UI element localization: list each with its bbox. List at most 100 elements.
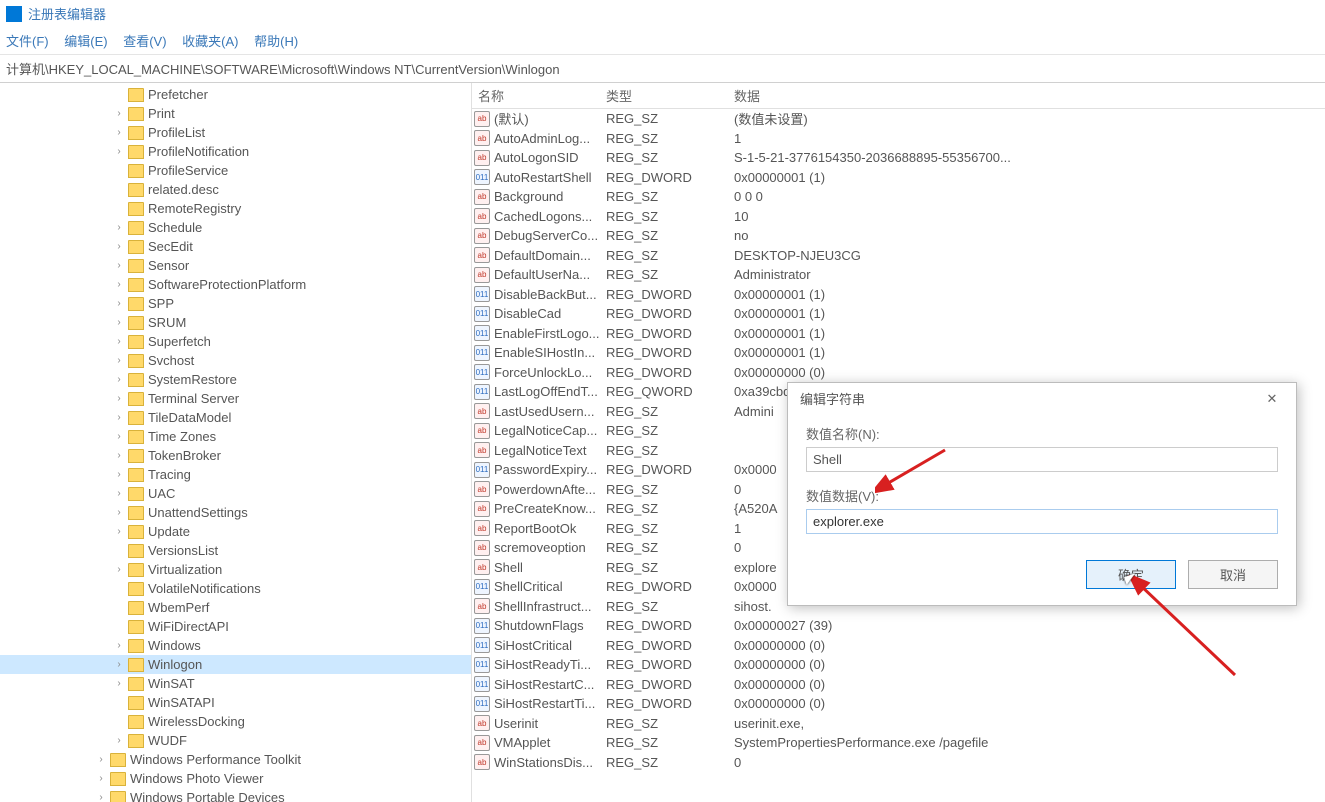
- tree-item[interactable]: ›Windows: [0, 636, 471, 655]
- expand-icon[interactable]: ›: [112, 146, 126, 157]
- value-row[interactable]: abDefaultDomain...REG_SZDESKTOP-NJEU3CG: [472, 246, 1325, 266]
- value-row[interactable]: abWinStationsDis...REG_SZ0: [472, 753, 1325, 773]
- expand-icon[interactable]: ›: [112, 735, 126, 746]
- expand-icon[interactable]: ›: [112, 393, 126, 404]
- expand-icon[interactable]: ›: [112, 127, 126, 138]
- value-row[interactable]: 011SiHostRestartTi...REG_DWORD0x00000000…: [472, 694, 1325, 714]
- expand-icon[interactable]: ›: [112, 279, 126, 290]
- expand-icon[interactable]: ›: [112, 355, 126, 366]
- tree-item[interactable]: VolatileNotifications: [0, 579, 471, 598]
- menu-edit[interactable]: 编辑(E): [64, 34, 107, 49]
- tree-item[interactable]: ›TileDataModel: [0, 408, 471, 427]
- cancel-button[interactable]: 取消: [1188, 560, 1278, 589]
- value-row[interactable]: 011DisableBackBut...REG_DWORD0x00000001 …: [472, 285, 1325, 305]
- menu-help[interactable]: 帮助(H): [254, 34, 298, 49]
- expand-icon[interactable]: ›: [112, 469, 126, 480]
- tree-item[interactable]: WiFiDirectAPI: [0, 617, 471, 636]
- tree-item[interactable]: VersionsList: [0, 541, 471, 560]
- tree-item[interactable]: ›SecEdit: [0, 237, 471, 256]
- expand-icon[interactable]: ›: [94, 773, 108, 784]
- value-row[interactable]: ab(默认)REG_SZ(数值未设置): [472, 109, 1325, 129]
- expand-icon[interactable]: ›: [112, 317, 126, 328]
- expand-icon[interactable]: ›: [112, 526, 126, 537]
- tree-item[interactable]: ›ProfileList: [0, 123, 471, 142]
- tree-item[interactable]: Prefetcher: [0, 85, 471, 104]
- tree-item[interactable]: ›Windows Photo Viewer: [0, 769, 471, 788]
- tree-item[interactable]: ›WinSAT: [0, 674, 471, 693]
- value-row[interactable]: abDebugServerCo...REG_SZno: [472, 226, 1325, 246]
- menu-file[interactable]: 文件(F): [6, 34, 49, 49]
- tree-item[interactable]: ›Svchost: [0, 351, 471, 370]
- close-icon[interactable]: ✕: [1260, 391, 1284, 407]
- expand-icon[interactable]: ›: [112, 450, 126, 461]
- value-row[interactable]: 011DisableCadREG_DWORD0x00000001 (1): [472, 304, 1325, 324]
- tree-item[interactable]: WinSATAPI: [0, 693, 471, 712]
- tree-item[interactable]: ›UAC: [0, 484, 471, 503]
- tree-item[interactable]: related.desc: [0, 180, 471, 199]
- menu-favorites[interactable]: 收藏夹(A): [182, 34, 238, 49]
- expand-icon[interactable]: ›: [112, 336, 126, 347]
- tree-item[interactable]: ›Time Zones: [0, 427, 471, 446]
- tree-item[interactable]: ›Superfetch: [0, 332, 471, 351]
- expand-icon[interactable]: ›: [112, 241, 126, 252]
- tree-item[interactable]: ›SRUM: [0, 313, 471, 332]
- expand-icon[interactable]: ›: [94, 754, 108, 765]
- tree-item[interactable]: ›Update: [0, 522, 471, 541]
- value-row[interactable]: 011SiHostRestartC...REG_DWORD0x00000000 …: [472, 675, 1325, 695]
- tree-item[interactable]: ›ProfileNotification: [0, 142, 471, 161]
- tree-item[interactable]: ›SoftwareProtectionPlatform: [0, 275, 471, 294]
- value-row[interactable]: 011AutoRestartShellREG_DWORD0x00000001 (…: [472, 168, 1325, 188]
- tree-item[interactable]: ›SystemRestore: [0, 370, 471, 389]
- col-data[interactable]: 数据: [734, 86, 1325, 105]
- tree-item[interactable]: ›Windows Portable Devices: [0, 788, 471, 802]
- value-row[interactable]: 011ForceUnlockLo...REG_DWORD0x00000000 (…: [472, 363, 1325, 383]
- tree-item[interactable]: ›TokenBroker: [0, 446, 471, 465]
- expand-icon[interactable]: ›: [112, 678, 126, 689]
- value-row[interactable]: 011EnableFirstLogo...REG_DWORD0x00000001…: [472, 324, 1325, 344]
- value-row[interactable]: abBackgroundREG_SZ0 0 0: [472, 187, 1325, 207]
- expand-icon[interactable]: ›: [112, 564, 126, 575]
- tree-item[interactable]: WirelessDocking: [0, 712, 471, 731]
- value-row[interactable]: abAutoLogonSIDREG_SZS-1-5-21-3776154350-…: [472, 148, 1325, 168]
- address-bar[interactable]: 计算机\HKEY_LOCAL_MACHINE\SOFTWARE\Microsof…: [0, 55, 1325, 83]
- tree-item[interactable]: ›SPP: [0, 294, 471, 313]
- tree-item[interactable]: ›Winlogon: [0, 655, 471, 674]
- expand-icon[interactable]: ›: [94, 792, 108, 802]
- value-data-input[interactable]: [806, 509, 1278, 534]
- expand-icon[interactable]: ›: [112, 659, 126, 670]
- value-row[interactable]: 011SiHostReadyTi...REG_DWORD0x00000000 (…: [472, 655, 1325, 675]
- value-row[interactable]: 011EnableSIHostIn...REG_DWORD0x00000001 …: [472, 343, 1325, 363]
- value-row[interactable]: 011ShutdownFlagsREG_DWORD0x00000027 (39): [472, 616, 1325, 636]
- tree-item[interactable]: ›Sensor: [0, 256, 471, 275]
- tree-item[interactable]: ›Virtualization: [0, 560, 471, 579]
- menu-view[interactable]: 查看(V): [123, 34, 166, 49]
- col-name[interactable]: 名称: [472, 86, 606, 105]
- col-type[interactable]: 类型: [606, 86, 734, 105]
- expand-icon[interactable]: ›: [112, 488, 126, 499]
- tree-item[interactable]: ›Schedule: [0, 218, 471, 237]
- expand-icon[interactable]: ›: [112, 412, 126, 423]
- tree-item[interactable]: RemoteRegistry: [0, 199, 471, 218]
- value-row[interactable]: abAutoAdminLog...REG_SZ1: [472, 129, 1325, 149]
- tree-pane[interactable]: Prefetcher›Print›ProfileList›ProfileNoti…: [0, 83, 472, 802]
- tree-item[interactable]: ›Tracing: [0, 465, 471, 484]
- tree-item[interactable]: WbemPerf: [0, 598, 471, 617]
- value-row[interactable]: abVMAppletREG_SZSystemPropertiesPerforma…: [472, 733, 1325, 753]
- value-row[interactable]: abDefaultUserNa...REG_SZAdministrator: [472, 265, 1325, 285]
- tree-item[interactable]: ProfileService: [0, 161, 471, 180]
- value-row[interactable]: 011SiHostCriticalREG_DWORD0x00000000 (0): [472, 636, 1325, 656]
- expand-icon[interactable]: ›: [112, 222, 126, 233]
- expand-icon[interactable]: ›: [112, 260, 126, 271]
- value-row[interactable]: abUserinitREG_SZuserinit.exe,: [472, 714, 1325, 734]
- tree-item[interactable]: ›Print: [0, 104, 471, 123]
- value-row[interactable]: abCachedLogons...REG_SZ10: [472, 207, 1325, 227]
- expand-icon[interactable]: ›: [112, 108, 126, 119]
- tree-item[interactable]: ›UnattendSettings: [0, 503, 471, 522]
- tree-item[interactable]: ›Windows Performance Toolkit: [0, 750, 471, 769]
- expand-icon[interactable]: ›: [112, 374, 126, 385]
- expand-icon[interactable]: ›: [112, 431, 126, 442]
- expand-icon[interactable]: ›: [112, 507, 126, 518]
- expand-icon[interactable]: ›: [112, 640, 126, 651]
- tree-item[interactable]: ›Terminal Server: [0, 389, 471, 408]
- expand-icon[interactable]: ›: [112, 298, 126, 309]
